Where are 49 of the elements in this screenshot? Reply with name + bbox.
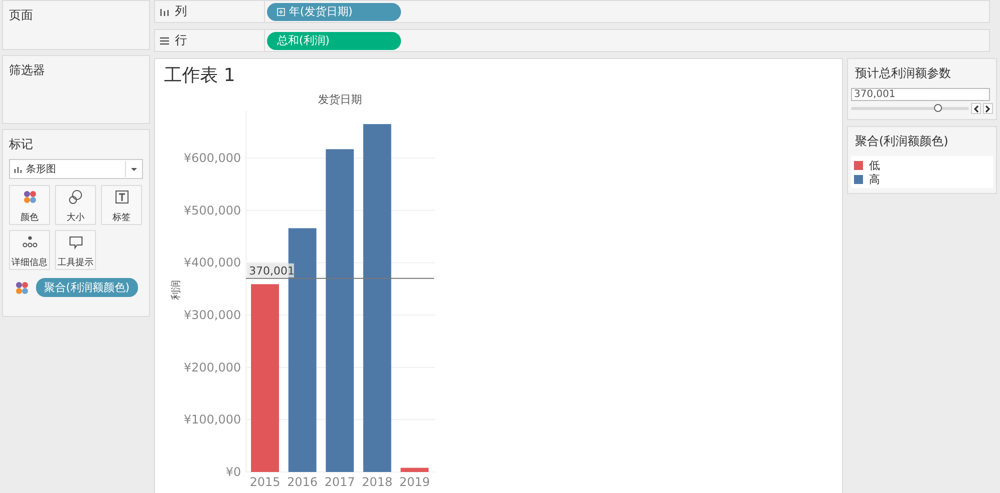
legend-title: 聚合(利润额颜色) [854, 133, 950, 150]
panel-title: 页面 [9, 7, 34, 24]
legend-label: 高 [869, 172, 880, 186]
y-axis-title: 利润 [171, 280, 182, 300]
parameter-title: 预计总利润额参数 [854, 65, 952, 82]
mark-card[interactable]: 大小 [55, 185, 96, 225]
speech-bubble-icon [68, 234, 84, 250]
axis-tick-label: ¥500,000 [184, 203, 241, 218]
panel-title: 筛选器 [9, 62, 46, 79]
reference-line-label: 370,001 [247, 263, 294, 278]
axis-tick-label: 2016 [287, 475, 318, 489]
axis-tick-label: ¥600,000 [184, 151, 241, 166]
axis-tick-label: 2018 [362, 475, 392, 489]
chevron-left-icon [973, 104, 979, 112]
dots-tree-icon [22, 234, 38, 250]
worksheet-title: 工作表 1 [163, 64, 236, 88]
mark-type-label: 条形图 [26, 163, 56, 176]
circles-icon [68, 189, 84, 205]
mark-card[interactable]: 详细信息 [9, 230, 50, 270]
color-dots-icon [22, 189, 38, 205]
chevron-right-icon [985, 104, 991, 112]
axis-tick-label: ¥400,000 [184, 256, 241, 270]
mark-card[interactable]: 颜色 [9, 185, 50, 225]
expand-icon[interactable] [277, 8, 285, 16]
axis-tick-label: 2015 [250, 475, 280, 489]
axis-tick-label: ¥200,000 [184, 360, 241, 374]
color-dots-icon [14, 280, 30, 296]
slider-thumb[interactable] [934, 104, 942, 112]
next-button[interactable] [983, 103, 993, 114]
mark-card[interactable]: 标签 [101, 185, 142, 225]
axis-tick-label: 2017 [324, 475, 356, 489]
mark-type-dropdown[interactable]: 条形图 [9, 159, 143, 179]
axis-tick-label: 2019 [399, 475, 430, 489]
chart-title: 发货日期 [318, 93, 362, 106]
text-box-icon [114, 189, 130, 205]
legend-label: 低 [869, 158, 880, 172]
rows-icon [160, 36, 169, 44]
columns-icon [160, 8, 169, 16]
bar-chart-icon [14, 166, 23, 172]
panel-title: 标记 [9, 136, 34, 153]
bar [400, 468, 429, 472]
parameter-field[interactable]: 370,001 [851, 88, 990, 101]
axis-tick-label: ¥100,000 [184, 412, 241, 427]
axis-tick-label: ¥0 [226, 465, 241, 479]
axis-tick-label: ¥300,000 [184, 308, 241, 322]
shelf-label: 列 [175, 3, 187, 20]
previous-button[interactable] [971, 103, 981, 114]
mark-card[interactable]: 工具提示 [55, 230, 96, 270]
shelf-label: 行 [175, 32, 187, 49]
